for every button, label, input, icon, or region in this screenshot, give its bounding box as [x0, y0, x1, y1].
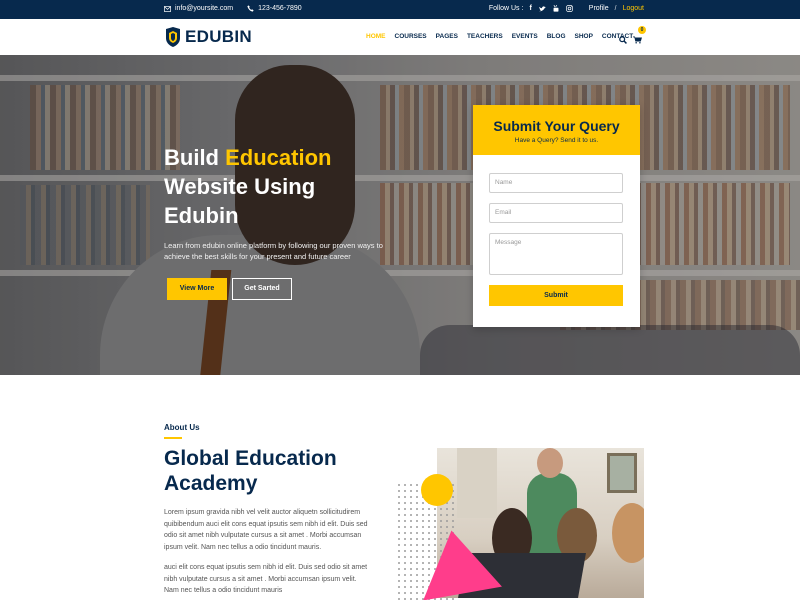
- hero-title-line2: Website Using: [164, 174, 316, 199]
- person-standing: [457, 448, 497, 518]
- hero-title-highlight: Education: [225, 145, 332, 170]
- submit-button[interactable]: Submit: [489, 285, 623, 306]
- about-paragraph-2: auci elit cons equat ipsutis sem nibh id…: [164, 564, 368, 594]
- hero-subtitle: Learn from edubin online platform by fol…: [164, 241, 383, 261]
- query-form-subtitle: Have a Query? Send it to us.: [514, 137, 599, 144]
- cart-icon: [633, 36, 642, 44]
- query-form: Submit Your Query Have a Query? Send it …: [473, 105, 640, 327]
- top-bar: info@yoursite.com 123-456-7890 Follow Us…: [0, 0, 800, 19]
- name-field[interactable]: Name: [489, 173, 623, 193]
- main-menu: HOME COURSES PAGES TEACHERS EVENTS BLOG …: [366, 33, 633, 40]
- nav-item-courses[interactable]: COURSES: [395, 33, 427, 40]
- email-contact[interactable]: info@yoursite.com: [164, 5, 233, 12]
- separator: /: [614, 5, 617, 12]
- phone-contact[interactable]: 123-456-7890: [247, 5, 302, 12]
- hero-title-line3: Edubin: [164, 203, 239, 228]
- shield-logo-icon: [166, 27, 180, 47]
- main-navbar: EDUBIN HOME COURSES PAGES TEACHERS EVENT…: [0, 19, 800, 55]
- logout-link[interactable]: Logout: [623, 5, 644, 12]
- hero-title: Build Education Website Using Edubin: [164, 143, 404, 230]
- nav-item-shop[interactable]: SHOP: [575, 33, 593, 40]
- person-head: [537, 448, 563, 478]
- about-label: About Us: [164, 423, 200, 432]
- facebook-icon[interactable]: f: [529, 5, 531, 12]
- instagram-icon[interactable]: [565, 5, 573, 12]
- search-icon[interactable]: [619, 36, 627, 44]
- nav-item-pages[interactable]: PAGES: [436, 33, 458, 40]
- twitter-icon[interactable]: [538, 5, 546, 12]
- email-field[interactable]: Email: [489, 203, 623, 223]
- view-more-button[interactable]: View More: [167, 278, 227, 300]
- nav-item-blog[interactable]: BLOG: [547, 33, 566, 40]
- message-field[interactable]: Message: [489, 233, 623, 275]
- phone-text: 123-456-7890: [258, 5, 302, 12]
- hero-title-part1: Build: [164, 145, 219, 170]
- about-underline: [164, 437, 182, 439]
- envelope-icon: [164, 5, 171, 12]
- student-hair: [612, 503, 644, 563]
- email-text: info@yoursite.com: [175, 5, 234, 12]
- nav-item-home[interactable]: HOME: [366, 33, 386, 40]
- about-title: Global Education Academy: [164, 447, 337, 495]
- query-form-title: Submit Your Query: [493, 118, 620, 134]
- phone-icon: [247, 5, 254, 12]
- youtube-icon[interactable]: [553, 5, 559, 12]
- profile-link[interactable]: Profile: [589, 5, 609, 12]
- brand-name: EDUBIN: [185, 27, 252, 46]
- cart-count-badge: 0: [638, 26, 646, 34]
- follow-label: Follow Us :: [488, 5, 524, 12]
- nav-item-teachers[interactable]: TEACHERS: [467, 33, 503, 40]
- decor-triangle: [412, 523, 502, 600]
- nav-icons: 0: [619, 26, 646, 49]
- cart-button[interactable]: 0: [633, 26, 646, 49]
- decor-circle: [421, 474, 453, 506]
- wall-frame: [607, 453, 637, 493]
- get-started-button[interactable]: Get Sarted: [232, 278, 292, 300]
- logo[interactable]: EDUBIN: [165, 27, 252, 47]
- about-paragraph-1: Lorem ipsum gravida nibh vel velit aucto…: [164, 509, 368, 551]
- nav-item-events[interactable]: EVENTS: [512, 33, 538, 40]
- query-form-header: Submit Your Query Have a Query? Send it …: [473, 105, 640, 155]
